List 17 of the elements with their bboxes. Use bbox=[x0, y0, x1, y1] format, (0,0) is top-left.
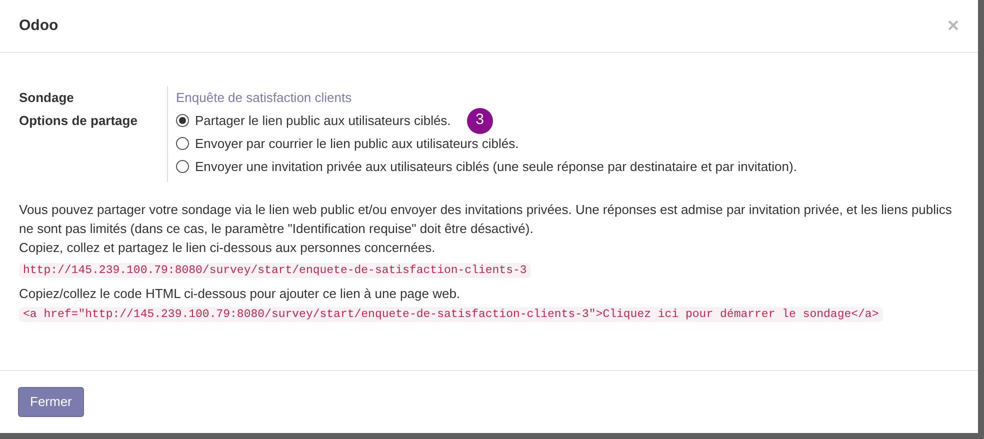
info-text: Copiez/collez le code HTML ci-dessous pour ajouter ce lien à une page web. bbox=[19, 285, 462, 303]
survey-link[interactable]: Enquête de satisfaction clients bbox=[176, 86, 352, 109]
radio-button[interactable] bbox=[176, 160, 189, 173]
public-url: http://145.239.100.79:8080/survey/start/enquete-de-satisfaction-clients-3 bbox=[19, 263, 531, 278]
radio-button[interactable] bbox=[176, 137, 189, 150]
field-label: Options de partage bbox=[19, 112, 138, 130]
html-code: <a href="http://145.239.100.79:8080/survey/start/enquete-de-satisfaction-clients-3">Cliquez ici pour démarrer le sondage</a> bbox=[19, 307, 883, 322]
close-button[interactable]: Fermer bbox=[18, 387, 84, 417]
info-text: Copiez, collez et partagez le lien ci-dessous aux personnes concernées. bbox=[19, 239, 436, 257]
radio-label: Envoyer par courrier le lien public aux utilisateurs ciblés. bbox=[195, 134, 519, 153]
radio-label: Envoyer une invitation privée aux utilisateurs ciblés (une seule réponse par destinataire et par invitation). bbox=[195, 158, 797, 176]
radio-label: Partager le lien public aux utilisateurs ciblés. bbox=[195, 112, 451, 130]
step-badge: 3 bbox=[466, 108, 493, 134]
dialog-title: Odoo bbox=[19, 16, 58, 36]
info-text: Vous pouvez partager votre sondage via le lien web public et/ou envoyer des invitations privées. Une réponses est admise par invitation privée, et les liens publics ne sont pas limités (dans ce cas, le paramètre "Identification requise" doit être désactivé). bbox=[19, 201, 953, 238]
field-label: Sondage bbox=[19, 88, 74, 107]
radio-button[interactable] bbox=[176, 114, 189, 127]
